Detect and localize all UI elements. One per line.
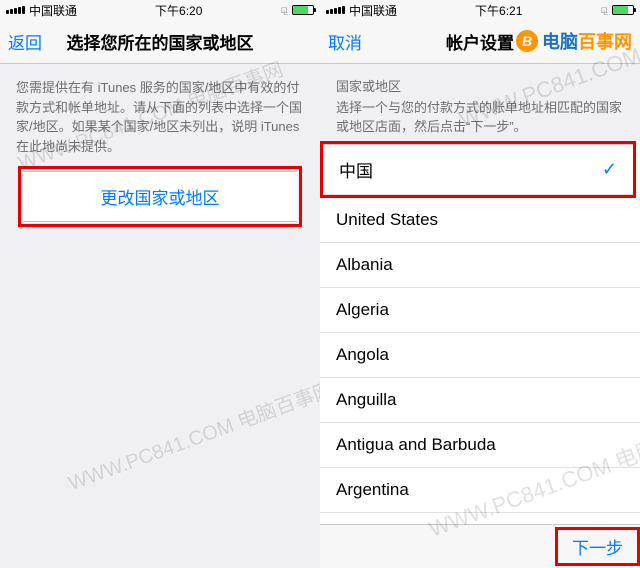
watermark: WWW.PC841.COM 电脑百事网 <box>63 373 320 496</box>
country-row-selected[interactable]: 中国 ✓ <box>323 144 633 195</box>
change-region-button[interactable]: 更改国家或地区 <box>23 171 297 222</box>
back-button[interactable]: 返回 <box>8 29 42 54</box>
footer-bar: 下一步 <box>320 524 640 568</box>
country-name: United States <box>336 210 438 230</box>
country-name: Anguilla <box>336 390 397 410</box>
phone-left: 中国联通 下午6:20 ⚼ 返回 选择您所在的国家或地区 您需提供在有 iTun… <box>0 0 320 568</box>
country-row[interactable]: United States <box>320 198 640 243</box>
country-row[interactable]: Albania <box>320 243 640 288</box>
status-bar: 中国联通 下午6:20 ⚼ <box>0 0 320 20</box>
bluetooth-icon: ⚼ <box>600 4 608 17</box>
status-bar: 中国联通 下午6:21 ⚼ <box>320 0 640 20</box>
country-name: 中国 <box>339 157 373 182</box>
section-subtext: 选择一个与您的付款方式的账单地址相匹配的国家或地区店面，然后点击“下一步”。 <box>336 97 624 135</box>
country-name: Antigua and Barbuda <box>336 435 496 455</box>
page-title: 选择您所在的国家或地区 <box>67 29 254 54</box>
battery-icon <box>612 5 634 15</box>
info-text: 您需提供在有 iTunes 服务的国家/地区中有效的付款方式和帐单地址。请从下面… <box>0 64 320 166</box>
signal-icon <box>326 6 345 14</box>
checkmark-icon: ✓ <box>602 159 617 180</box>
country-name: Angola <box>336 345 389 365</box>
carrier-label: 中国联通 <box>29 2 77 19</box>
country-row[interactable]: Algeria <box>320 288 640 333</box>
status-time: 下午6:20 <box>155 2 202 19</box>
country-row[interactable]: Angola <box>320 333 640 378</box>
status-time: 下午6:21 <box>475 2 522 19</box>
logo-icon: B <box>516 30 538 52</box>
bluetooth-icon: ⚼ <box>280 4 288 17</box>
country-list: 中国 ✓ United States Albania Algeria Angol… <box>320 141 640 568</box>
country-name: Algeria <box>336 300 389 320</box>
section-heading: 国家或地区 <box>336 76 624 95</box>
section-info: 国家或地区 选择一个与您的付款方式的账单地址相匹配的国家或地区店面，然后点击“下… <box>320 64 640 141</box>
country-name: Albania <box>336 255 393 275</box>
signal-icon <box>6 6 25 14</box>
next-button[interactable]: 下一步 <box>558 530 637 563</box>
cancel-button[interactable]: 取消 <box>328 29 362 54</box>
country-row[interactable]: Argentina <box>320 468 640 513</box>
nav-bar: 返回 选择您所在的国家或地区 <box>0 20 320 64</box>
page-title: 帐户设置 <box>446 29 514 54</box>
country-row[interactable]: Antigua and Barbuda <box>320 423 640 468</box>
site-logo: B 电脑百事网 <box>516 28 632 54</box>
country-name: Argentina <box>336 480 409 500</box>
country-row[interactable]: Anguilla <box>320 378 640 423</box>
phone-right: 中国联通 下午6:21 ⚼ 取消 帐户设置 B 电脑百事网 国家或地区 选择一个… <box>320 0 640 568</box>
carrier-label: 中国联通 <box>349 2 397 19</box>
battery-icon <box>292 5 314 15</box>
